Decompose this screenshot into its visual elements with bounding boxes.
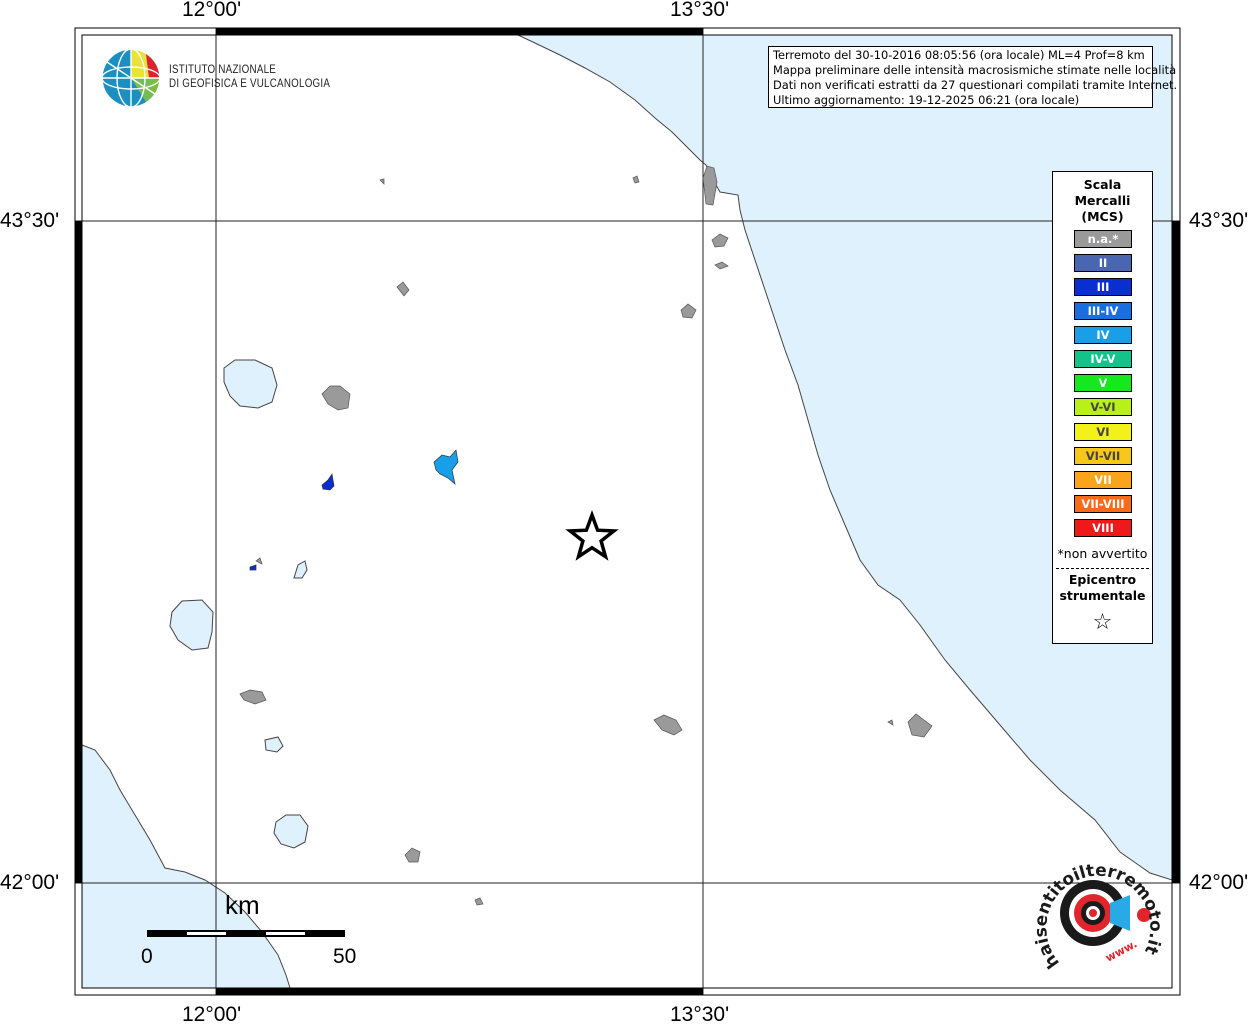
legend-epicenter-label: Epicentro strumentale [1053,572,1152,604]
legend-item-viii: VIII [1074,519,1132,537]
legend-title-line-2: Mercalli [1074,193,1131,208]
legend-item-vii: VII [1074,471,1132,489]
ingv-globe-icon [101,48,161,108]
legend-epicenter-line-2: strumentale [1059,588,1146,603]
legend-item-ii: II [1074,254,1132,272]
lat-label-left-bottom: 42°00' [0,871,60,894]
info-line-2: Mappa preliminare delle intensità macros… [773,63,1177,77]
legend-item-iv: IV [1074,326,1132,344]
scale-end: 50 [333,945,357,968]
legend-item-iv-v: IV-V [1074,350,1132,368]
lon-label-bottom-left: 12°00' [182,1003,242,1026]
haisentitoilterremoto-logo: haisentitoilterremoto.it www. [1031,861,1165,972]
legend-item-vi-vii: VI-VII [1074,447,1132,465]
scale-unit: km [225,890,260,920]
legend-epicenter-line-1: Epicentro [1068,572,1137,587]
legend-item-na: n.a.* [1074,230,1132,248]
lon-label-top-right: 13°30' [670,0,730,21]
lat-label-right-bottom: 42°00' [1189,871,1249,894]
info-line-3: Dati non verificati estratti da 27 quest… [773,78,1178,92]
scale-start: 0 [141,945,153,968]
logo-line-2: DI GEOFISICA E VULCANOLOGIA [169,78,331,90]
mcs-legend: Scala Mercalli (MCS) n.a.* II III III-IV… [1052,171,1153,644]
legend-title-line-1: Scala [1083,177,1122,192]
legend-item-iii: III [1074,278,1132,296]
ingv-logo-text: ISTITUTO NAZIONALE DI GEOFISICA E VULCAN… [169,63,330,91]
legend-item-iii-iv: III-IV [1074,302,1132,320]
legend-item-vi: VI [1074,423,1132,441]
info-line-4: Ultimo aggiornamento: 19-12-2025 06:21 (… [773,93,1080,107]
lat-label-right-top: 43°30' [1189,209,1249,232]
logo-line-1: ISTITUTO NAZIONALE [169,64,277,76]
legend-item-vii-viii: VII-VIII [1074,495,1132,513]
lon-label-top-left: 12°00' [182,0,242,21]
legend-note: *non avvertito [1057,546,1148,561]
lat-label-left-top: 43°30' [0,209,60,232]
legend-title: Scala Mercalli (MCS) [1053,177,1152,225]
legend-item-v: V [1074,374,1132,392]
lon-label-bottom-right: 13°30' [670,1003,730,1026]
legend-separator [1056,568,1149,569]
legend-title-line-3: (MCS) [1081,209,1124,224]
scale-bar-graphic [147,930,345,937]
info-line-1: Terremoto del 30-10-2016 08:05:56 (ora l… [773,48,1145,62]
earthquake-info-box: Terremoto del 30-10-2016 08:05:56 (ora l… [768,46,1178,108]
legend-item-v-vi: V-VI [1074,398,1132,416]
legend-star-icon: ☆ [1092,610,1113,635]
